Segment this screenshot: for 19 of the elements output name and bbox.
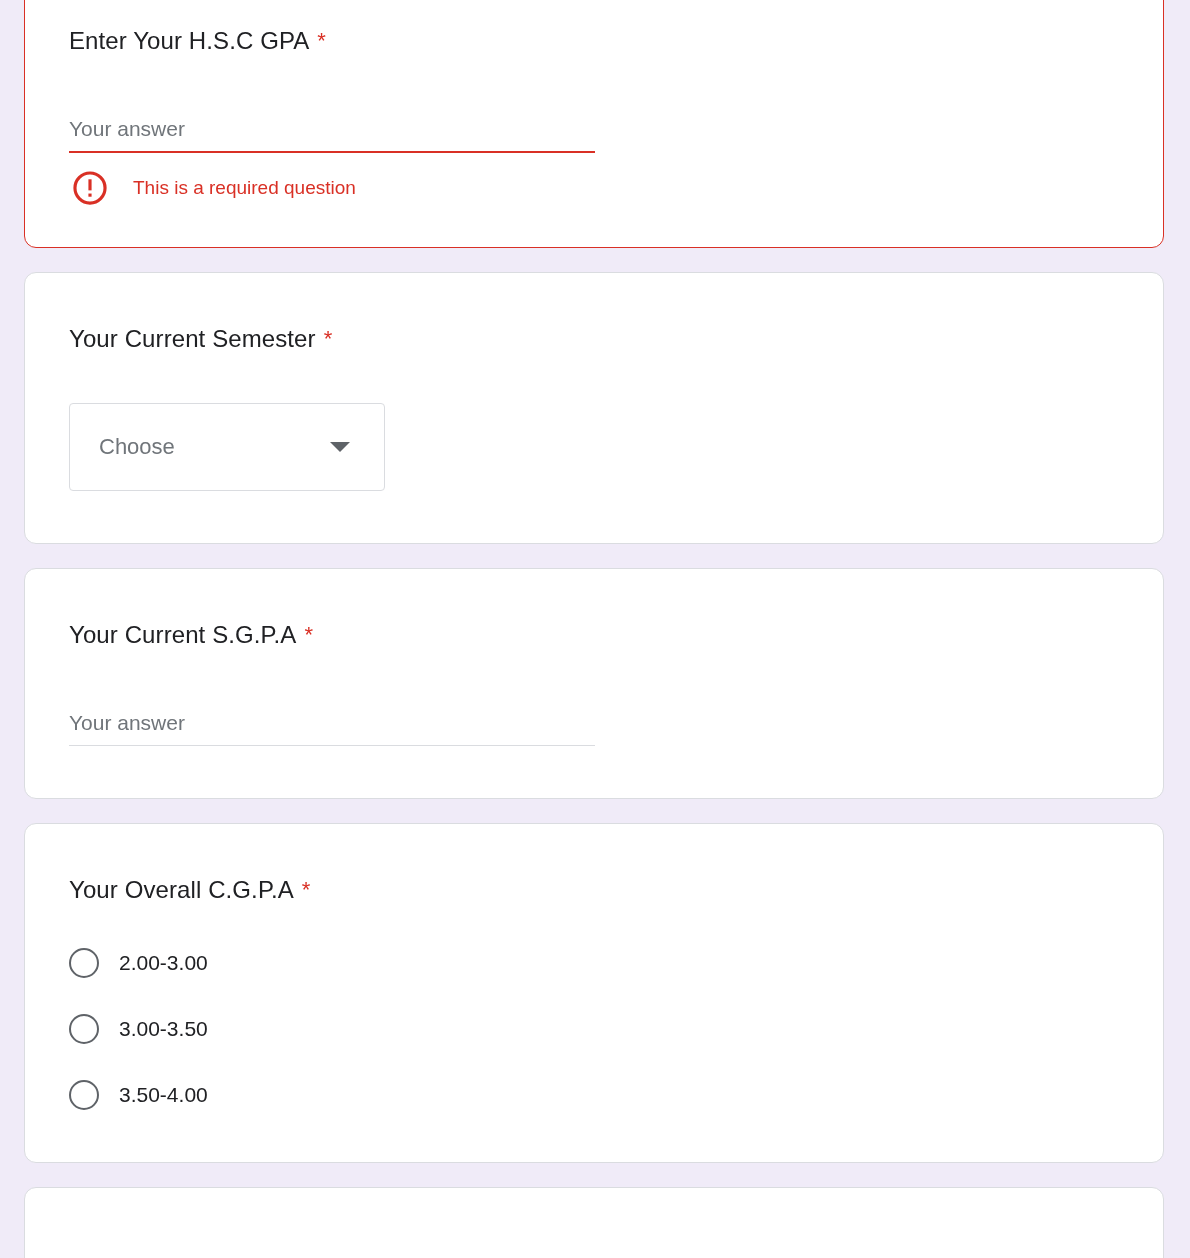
question-title: Your Overall C.G.P.A — [69, 875, 294, 905]
radio-button[interactable] — [69, 948, 99, 978]
option-label: 3.50-4.00 — [119, 1083, 208, 1107]
radio-button[interactable] — [69, 1080, 99, 1110]
question-title: Your Current Semester — [69, 324, 316, 354]
question-title: Your Current S.G.P.A — [69, 620, 297, 650]
caret-icon — [330, 442, 350, 452]
option-label: 3.00-3.50 — [119, 1017, 208, 1041]
required-asterisk: * — [323, 325, 333, 353]
answer-field[interactable]: Your answer — [69, 111, 595, 153]
required-asterisk: * — [301, 876, 311, 904]
error-icon — [71, 169, 109, 207]
radio-button[interactable] — [69, 1014, 99, 1044]
option-label: 2.00-3.00 — [119, 951, 208, 975]
choose-dropdown[interactable]: Choose — [69, 403, 385, 491]
error-message: This is a required question — [133, 177, 356, 199]
required-asterisk: * — [304, 621, 314, 649]
required-asterisk: * — [317, 27, 326, 55]
question-title: Enter Your H.S.C GPA — [69, 26, 310, 56]
